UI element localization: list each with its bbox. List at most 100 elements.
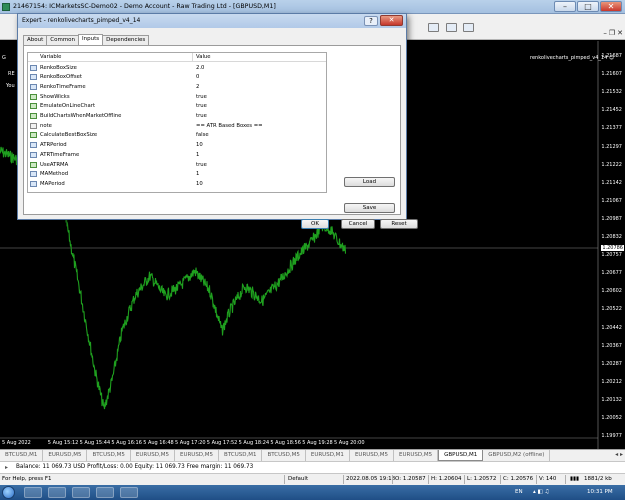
- symbol-tab[interactable]: EURUSD,M5: [175, 450, 220, 461]
- tab-about[interactable]: About: [23, 35, 48, 45]
- taskbar-app-browser-icon[interactable]: [72, 487, 90, 498]
- tab-inputs[interactable]: Inputs: [78, 34, 104, 45]
- tray-lang[interactable]: EN: [515, 489, 523, 495]
- symbol-tab[interactable]: EURUSD,M1: [306, 450, 350, 461]
- input-value[interactable]: true: [196, 103, 207, 109]
- main-title-bar[interactable]: 21467154: ICMarketsSC-Demo02 - Demo Acco…: [0, 0, 625, 14]
- input-value[interactable]: 0: [196, 74, 199, 80]
- input-row[interactable]: MAPeriod 10: [28, 179, 326, 189]
- tab-common[interactable]: Common: [46, 35, 80, 45]
- price-tick: 1.21532: [601, 89, 622, 96]
- symbol-tab[interactable]: EURUSD,M5: [350, 450, 395, 461]
- status-close: C: 1.20576: [503, 476, 534, 482]
- string-param-icon: [30, 122, 37, 129]
- input-value[interactable]: true: [196, 94, 207, 100]
- start-button[interactable]: [2, 486, 15, 499]
- maximize-button[interactable]: □: [577, 1, 599, 12]
- input-row[interactable]: ATRTimeFrame 1: [28, 150, 326, 160]
- numeric-param-icon: [30, 64, 37, 71]
- numeric-param-icon: [30, 142, 37, 149]
- symbol-tab[interactable]: GBPUSD,M1: [438, 450, 484, 461]
- input-row[interactable]: ShowWicks true: [28, 92, 326, 102]
- input-value[interactable]: == ATR Based Boxes ==: [196, 123, 263, 129]
- numeric-param-icon: [30, 74, 37, 81]
- status-low: L: 1.20572: [467, 476, 497, 482]
- minimize-button[interactable]: –: [554, 1, 576, 12]
- boolean-param-icon: [30, 93, 37, 100]
- input-row[interactable]: RenkoTimeFrame 2: [28, 82, 326, 92]
- input-name: RenkoBoxOffset: [40, 74, 82, 81]
- input-row[interactable]: EmulateOnLineChart true: [28, 102, 326, 112]
- input-name: RenkoBoxSize: [40, 64, 77, 71]
- symbol-tab[interactable]: EURUSD,M5: [43, 450, 88, 461]
- input-name: ShowWicks: [40, 93, 70, 100]
- mdi-restore-icon[interactable]: ❐: [609, 29, 615, 37]
- time-tick: 5 Aug 15:12: [47, 440, 79, 446]
- taskbar-app-folder-icon[interactable]: [96, 487, 114, 498]
- symbol-tab[interactable]: BTCUSD,M5: [87, 450, 131, 461]
- price-tick: 1.20757: [601, 252, 622, 259]
- input-row[interactable]: BuildChartsWhenMarketOffline true: [28, 112, 326, 122]
- input-value[interactable]: true: [196, 162, 207, 168]
- input-name: ATRTimeFrame: [40, 151, 80, 158]
- price-tick: 1.20367: [601, 342, 622, 349]
- taskbar-app-terminal-icon[interactable]: [48, 487, 66, 498]
- input-value[interactable]: 1: [196, 152, 199, 158]
- input-row[interactable]: UseATRMA true: [28, 160, 326, 170]
- input-row[interactable]: note == ATR Based Boxes ==: [28, 121, 326, 131]
- price-tick: 1.20602: [601, 288, 622, 295]
- input-value[interactable]: false: [196, 132, 209, 138]
- symbol-tab[interactable]: BTCUSD,M5: [262, 450, 306, 461]
- symbol-tab[interactable]: BTCUSD,M1: [219, 450, 263, 461]
- taskbar-app-chrome-icon[interactable]: [120, 487, 138, 498]
- clock-icon[interactable]: [446, 23, 457, 32]
- ok-button[interactable]: OK: [301, 219, 329, 229]
- input-row[interactable]: CalculateBestBoxSize false: [28, 131, 326, 141]
- input-name: RenkoTimeFrame: [40, 83, 86, 90]
- template-icon[interactable]: [463, 23, 474, 32]
- input-row[interactable]: RenkoBoxOffset 0: [28, 73, 326, 83]
- input-value[interactable]: 2: [196, 84, 199, 90]
- price-tick: 1.21142: [601, 179, 622, 186]
- input-value[interactable]: 1: [196, 171, 199, 177]
- dialog-close-button[interactable]: ✕: [380, 15, 403, 26]
- input-value[interactable]: 10: [196, 142, 203, 148]
- input-value[interactable]: 10: [196, 181, 203, 187]
- numeric-param-icon: [30, 171, 37, 178]
- symbol-tab[interactable]: GBPUSD,M2 (offline): [483, 450, 551, 461]
- taskbar-app-explorer-icon[interactable]: [24, 487, 42, 498]
- main-window-title: 21467154: ICMarketsSC-Demo02 - Demo Acco…: [13, 3, 276, 10]
- input-value[interactable]: true: [196, 113, 207, 119]
- close-button[interactable]: ✕: [600, 1, 622, 12]
- mdi-close-icon[interactable]: ✕: [617, 29, 623, 37]
- tab-scroll-arrows-icon[interactable]: ◂ ▸: [615, 451, 623, 458]
- chart-left-label-3: You: [6, 83, 15, 89]
- price-tick: 1.19977: [601, 433, 622, 440]
- save-button[interactable]: Save: [344, 203, 395, 213]
- tab-dependencies[interactable]: Dependencies: [102, 35, 150, 45]
- price-tick: 1.21222: [601, 161, 622, 168]
- reset-button[interactable]: Reset: [380, 219, 418, 229]
- input-value[interactable]: 2.0: [196, 65, 204, 71]
- help-button[interactable]: ?: [364, 16, 378, 26]
- symbol-tab[interactable]: EURUSD,M5: [394, 450, 439, 461]
- input-row[interactable]: ATRPeriod 10: [28, 141, 326, 151]
- price-tick: 1.21377: [601, 125, 622, 132]
- inputs-panel: Variable Value RenkoBoxSize 2.0 RenkoBoxOf…: [23, 45, 401, 215]
- input-row[interactable]: MAMethod 1: [28, 170, 326, 180]
- dialog-title-bar[interactable]: Expert - renkolivecharts_pimped_v4_14 ? …: [18, 14, 406, 28]
- new-order-icon[interactable]: [428, 23, 439, 32]
- symbol-tab[interactable]: BTCUSD,M1: [0, 450, 44, 461]
- symbol-tab-bar: BTCUSD,M1 EURUSD,M5 BTCUSD,M5 EURUSD,M5 EURU…: [0, 449, 625, 461]
- symbol-tab[interactable]: EURUSD,M5: [131, 450, 175, 461]
- tray-clock[interactable]: 10:31 PM: [587, 489, 613, 495]
- app-icon: [2, 3, 10, 11]
- status-volume: V: 140: [539, 476, 557, 482]
- expert-properties-dialog: Expert - renkolivecharts_pimped_v4_14 ? …: [17, 13, 418, 229]
- input-name: EmulateOnLineChart: [40, 103, 96, 110]
- cancel-button[interactable]: Cancel: [341, 219, 375, 229]
- input-row[interactable]: RenkoBoxSize 2.0: [28, 63, 326, 73]
- tray-icons[interactable]: ▴ ◧ ♫: [533, 489, 549, 495]
- mdi-minimize-icon[interactable]: –: [603, 29, 607, 37]
- load-button[interactable]: Load: [344, 177, 395, 187]
